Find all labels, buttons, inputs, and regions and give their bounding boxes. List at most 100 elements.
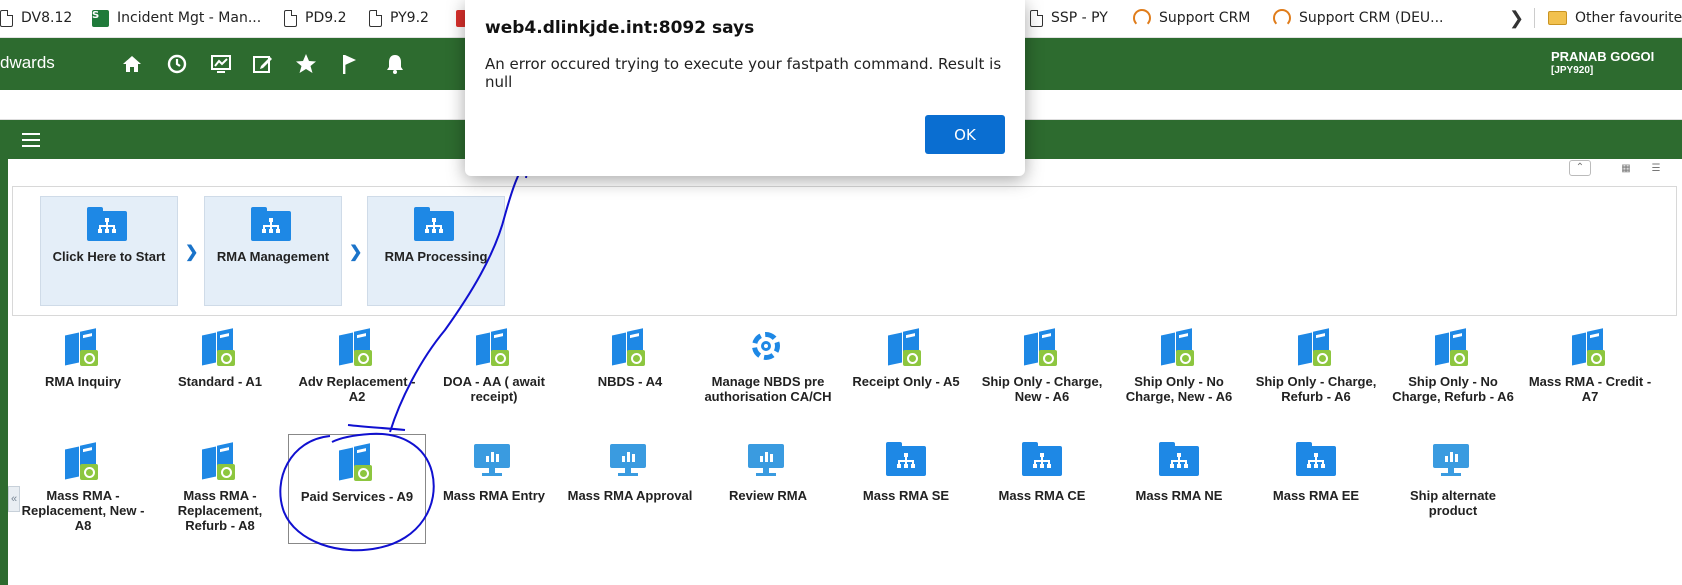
task-label: Review RMA <box>728 488 808 503</box>
task-tile[interactable]: Receipt Only - A5 <box>837 320 975 430</box>
task-tile[interactable]: Mass RMA - Replacement, Refurb - A8 <box>151 434 289 544</box>
user-name[interactable]: PRANAB GOGOI <box>1551 49 1654 64</box>
program-icon <box>1570 328 1610 368</box>
program-icon <box>200 328 240 368</box>
task-tile[interactable]: Manage NBDS pre authorisation CA/CH <box>699 320 837 430</box>
monitor-icon <box>474 442 514 482</box>
task-label: Ship Only - Charge, New - A6 <box>981 374 1103 404</box>
folder-icon <box>251 207 291 241</box>
chevron-right-icon: ❯ <box>185 244 199 261</box>
bell-icon[interactable] <box>383 52 407 76</box>
task-tile[interactable]: Ship alternate product <box>1384 434 1522 544</box>
fav-label: PD9.2 <box>305 10 347 26</box>
task-label: Ship Only - Charge, Refurb - A6 <box>1255 374 1377 404</box>
task-label: Mass RMA - Replacement, New - A8 <box>21 488 145 533</box>
task-tile[interactable]: DOA - AA ( await receipt) <box>425 320 563 430</box>
task-tile[interactable]: Mass RMA NE <box>1110 434 1248 544</box>
task-tile[interactable]: Ship Only - Charge, New - A6 <box>973 320 1111 430</box>
fav-pd92[interactable]: PD9.2 <box>284 0 347 36</box>
program-icon <box>200 442 240 482</box>
gear-icon <box>748 328 788 368</box>
collapse-up-icon[interactable]: ⌃ <box>1569 160 1591 176</box>
fav-other-favourites[interactable]: Other favourites <box>1548 0 1682 36</box>
folder-icon <box>1159 442 1199 482</box>
breadcrumb-label: RMA Management <box>216 249 330 264</box>
program-icon <box>1022 328 1062 368</box>
task-label: Adv Replacement - A2 <box>298 374 416 404</box>
doc-icon <box>1030 9 1043 27</box>
task-tile[interactable]: Ship Only - Charge, Refurb - A6 <box>1247 320 1385 430</box>
fav-support-crm[interactable]: Support CRM <box>1133 0 1250 36</box>
fav-dv812[interactable]: DV8.12 <box>0 0 72 36</box>
edit-icon[interactable] <box>251 52 275 76</box>
breadcrumb-label: Click Here to Start <box>52 249 166 264</box>
task-tile[interactable]: Ship Only - No Charge, Refurb - A6 <box>1384 320 1522 430</box>
fav-ssp-py[interactable]: SSP - PY <box>1030 0 1108 36</box>
program-icon <box>610 328 650 368</box>
fav-label: Incident Mgt - Man... <box>117 10 262 26</box>
screen: DV8.12 S Incident Mgt - Man... PD9.2 PY9… <box>0 0 1682 585</box>
breadcrumb-click-here-to-start[interactable]: Click Here to Start <box>40 196 178 306</box>
task-tile[interactable]: Mass RMA EE <box>1247 434 1385 544</box>
fav-label: PY9.2 <box>390 10 429 26</box>
task-tile[interactable]: RMA Inquiry <box>14 320 152 430</box>
task-tile[interactable]: Mass RMA SE <box>837 434 975 544</box>
fav-incident-mgt[interactable]: S Incident Mgt - Man... <box>92 0 261 36</box>
folder-icon <box>886 442 926 482</box>
breadcrumb-rma-processing[interactable]: RMA Processing <box>367 196 505 306</box>
fav-py92[interactable]: PY9.2 <box>369 0 429 36</box>
task-tile[interactable]: Standard - A1 <box>151 320 289 430</box>
folder-icon <box>1022 442 1062 482</box>
more-favourites-chevron-icon[interactable]: ❯ <box>1509 8 1524 29</box>
monitor-icon <box>1433 442 1473 482</box>
dashboard-icon[interactable] <box>209 52 233 76</box>
task-label: Mass RMA - Replacement, Refurb - A8 <box>177 488 263 533</box>
program-icon <box>886 328 926 368</box>
task-label: Mass RMA Entry <box>442 488 546 503</box>
fav-support-crm-deu[interactable]: Support CRM (DEU... <box>1273 0 1444 36</box>
open-folder-icon <box>414 207 454 241</box>
task-label: NBDS - A4 <box>597 374 663 389</box>
left-rail <box>0 159 8 585</box>
flag-icon[interactable] <box>337 52 361 76</box>
task-tile[interactable]: NBDS - A4 <box>561 320 699 430</box>
task-tile[interactable]: Paid Services - A9 <box>288 434 426 544</box>
task-label: Ship Only - No Charge, New - A6 <box>1125 374 1233 404</box>
folder-icon <box>87 207 127 241</box>
folder-icon <box>1548 11 1567 25</box>
headset-icon <box>1133 9 1151 27</box>
home-icon[interactable] <box>120 52 144 76</box>
user-environment: [JPY920] <box>1551 65 1594 76</box>
task-label: Mass RMA CE <box>998 488 1086 503</box>
hamburger-menu-icon[interactable] <box>22 133 40 148</box>
task-tile[interactable]: Adv Replacement - A2 <box>288 320 426 430</box>
star-icon[interactable] <box>294 52 318 76</box>
fav-label: DV8.12 <box>21 10 73 26</box>
task-tile[interactable]: Mass RMA Entry <box>425 434 563 544</box>
task-label: Paid Services - A9 <box>300 489 414 504</box>
task-tile[interactable]: Mass RMA - Credit - A7 <box>1521 320 1659 430</box>
task-tile[interactable]: Review RMA <box>699 434 837 544</box>
breadcrumb-rma-management[interactable]: RMA Management <box>204 196 342 306</box>
list-view-icon[interactable]: ☰ <box>1645 162 1667 178</box>
grid-view-icon[interactable]: ▦ <box>1615 162 1637 178</box>
task-label: Receipt Only - A5 <box>852 374 960 389</box>
task-label: Mass RMA NE <box>1135 488 1223 503</box>
program-icon <box>63 442 103 482</box>
doc-icon <box>0 9 13 27</box>
task-label: Mass RMA SE <box>862 488 950 503</box>
task-tile[interactable]: Mass RMA - Replacement, New - A8 <box>14 434 152 544</box>
dialog-message: An error occured trying to execute your … <box>485 55 1002 91</box>
task-tile[interactable]: Ship Only - No Charge, New - A6 <box>1110 320 1248 430</box>
task-tile[interactable]: Mass RMA Approval <box>561 434 699 544</box>
collapse-left-icon[interactable]: « <box>8 486 20 512</box>
program-icon <box>474 328 514 368</box>
program-icon <box>1296 328 1336 368</box>
ok-button[interactable]: OK <box>925 115 1005 154</box>
task-tile[interactable]: Mass RMA CE <box>973 434 1111 544</box>
doc-icon <box>284 9 297 27</box>
task-label: Mass RMA - Credit - A7 <box>1528 374 1652 404</box>
fav-label: SSP - PY <box>1051 10 1108 26</box>
servicenow-icon: S <box>92 9 109 27</box>
recent-icon[interactable] <box>165 52 189 76</box>
